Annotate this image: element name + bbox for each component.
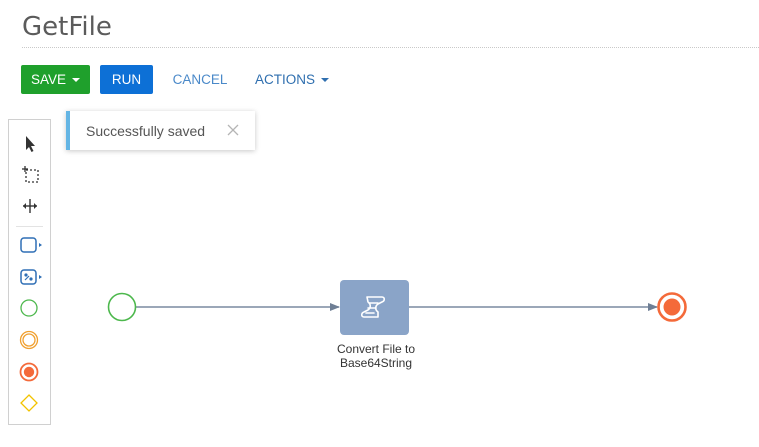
gateway-diamond-icon[interactable] bbox=[17, 391, 43, 415]
subprocess-shape-icon[interactable] bbox=[17, 265, 43, 289]
cancel-button[interactable]: CANCEL bbox=[165, 65, 235, 94]
run-button-label: RUN bbox=[111, 72, 142, 87]
task-label-line-2: Base64String bbox=[339, 356, 413, 370]
end-event-icon[interactable] bbox=[17, 360, 43, 384]
success-toast: Successfully saved bbox=[66, 111, 255, 150]
title-divider bbox=[22, 47, 759, 48]
actions-button-label: ACTIONS bbox=[254, 72, 315, 87]
pointer-arrow-icon[interactable] bbox=[17, 132, 43, 156]
task-label: Convert File to Base64String bbox=[320, 342, 432, 370]
element-palette bbox=[8, 119, 51, 425]
task-label-line-1: Convert File to bbox=[336, 342, 416, 356]
pan-arrows-icon[interactable] bbox=[17, 194, 43, 218]
intermediate-event-icon[interactable] bbox=[17, 328, 43, 352]
palette-divider bbox=[16, 226, 43, 227]
chevron-down-icon bbox=[321, 77, 329, 82]
toast-message: Successfully saved bbox=[86, 122, 206, 139]
run-button[interactable]: RUN bbox=[100, 65, 153, 94]
chevron-down-icon bbox=[72, 77, 80, 82]
end-event[interactable] bbox=[657, 292, 687, 322]
cancel-button-label: CANCEL bbox=[172, 72, 228, 87]
page-title: GetFile bbox=[22, 12, 112, 42]
save-button-label: SAVE bbox=[30, 72, 66, 87]
close-icon[interactable] bbox=[225, 122, 241, 138]
selection-marquee-icon[interactable] bbox=[17, 162, 43, 186]
save-button[interactable]: SAVE bbox=[21, 65, 90, 94]
start-event-icon[interactable] bbox=[17, 296, 43, 320]
task-convert-file[interactable] bbox=[340, 280, 409, 335]
start-event[interactable] bbox=[107, 292, 137, 322]
task-shape-icon[interactable] bbox=[17, 233, 43, 257]
actions-menu-button[interactable]: ACTIONS bbox=[251, 65, 333, 94]
